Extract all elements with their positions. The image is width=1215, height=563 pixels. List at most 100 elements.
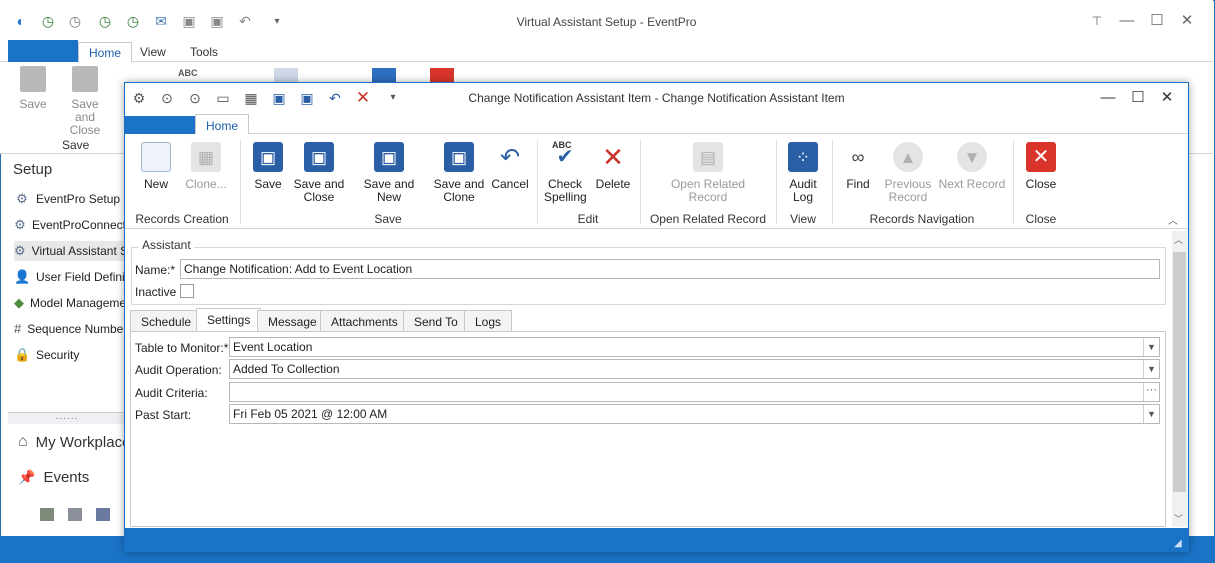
home-icon: ⌂ xyxy=(18,433,28,450)
assistant-group-label: Assistant xyxy=(139,238,194,252)
clone-button[interactable]: ▦ Clone... xyxy=(180,142,232,191)
collapse-ribbon-icon[interactable]: ︿ xyxy=(1168,212,1178,227)
maximize-button[interactable]: ☐ xyxy=(1142,10,1172,32)
ribbon-separator xyxy=(240,140,241,224)
dialog-title: Change Notification Assistant Item - Cha… xyxy=(468,91,845,105)
ribbon-separator xyxy=(537,140,538,224)
sidebar-item-virtual-assistant[interactable]: ⚙ Virtual Assistant Se xyxy=(14,241,126,261)
tab-view[interactable]: View xyxy=(130,42,176,62)
chevron-down-icon[interactable]: ▼ xyxy=(1143,338,1159,356)
save-and-new-button[interactable]: ▣ Save and New xyxy=(352,142,426,204)
nav-events[interactable]: 📌 Events xyxy=(18,469,89,486)
scroll-up-icon[interactable]: ︿ xyxy=(1174,233,1183,246)
tab-home[interactable]: Home xyxy=(78,42,133,62)
save-and-clone-button[interactable]: ▣ Save and Clone xyxy=(433,142,485,204)
chevron-down-icon[interactable]: ▼ xyxy=(1143,405,1159,423)
sidebar-item-security[interactable]: 🔒 Security xyxy=(14,345,126,365)
name-input[interactable]: Change Notification: Add to Event Locati… xyxy=(180,259,1160,279)
find-button[interactable]: ∞ Find xyxy=(842,142,874,191)
inactive-label: Inactive xyxy=(135,285,177,299)
previous-record-button[interactable]: ▲ Previous Record xyxy=(882,142,934,204)
tab-settings[interactable]: Settings xyxy=(196,308,262,332)
name-label: Name:* xyxy=(135,263,176,277)
audit-criteria-field[interactable]: ··· xyxy=(229,382,1160,402)
gears-icon: ⚙ xyxy=(16,191,28,206)
dialog-app-menu-button[interactable] xyxy=(125,116,195,134)
scroll-down-icon[interactable]: ﹀ xyxy=(1174,512,1183,525)
ribbon-separator xyxy=(1013,140,1014,224)
dialog-maximize-button[interactable]: ☐ xyxy=(1124,88,1152,108)
dialog-tab-row xyxy=(125,114,1188,134)
close-button[interactable]: ✕ Close xyxy=(1022,142,1060,191)
cancel-button[interactable]: ↶ Cancel xyxy=(491,142,529,191)
tab-attachments[interactable]: Attachments xyxy=(320,310,409,332)
sidebar-item-eventproconnect[interactable]: ⚙ EventProConnect xyxy=(14,215,126,235)
sidebar-splitter[interactable]: ...... xyxy=(8,412,126,424)
audit-icon xyxy=(372,68,396,82)
undo-icon: ↶ xyxy=(499,143,521,171)
footprints-icon: ⁘ xyxy=(788,142,818,172)
arrow-up-icon: ▲ xyxy=(893,142,923,172)
spelling-icon: ABC xyxy=(178,68,198,78)
save-button[interactable]: ▣ Save xyxy=(250,142,286,191)
sidebar-item-user-field[interactable]: 👤User Field Definitio xyxy=(14,267,126,287)
check-spelling-button[interactable]: ABC ✔ Check Spelling xyxy=(544,140,587,204)
tab-logs[interactable]: Logs xyxy=(464,310,513,332)
minimize-button[interactable]: — xyxy=(1112,10,1142,32)
app-menu-button[interactable] xyxy=(8,40,78,62)
past-start-select[interactable]: Fri Feb 05 2021 @ 12:00 AM ▼ xyxy=(229,404,1160,424)
background-right-panel xyxy=(1188,156,1213,536)
ribbon-separator xyxy=(776,140,777,224)
audit-log-button[interactable]: ⁘ Audit Log xyxy=(784,142,822,204)
new-button[interactable]: New xyxy=(138,142,174,191)
save-icon xyxy=(20,66,46,92)
sidebar-item-eventpro-setup[interactable]: ⚙ EventPro Setup xyxy=(14,189,126,209)
delete-button[interactable]: ✕ Delete xyxy=(594,142,632,191)
table-to-monitor-select[interactable]: Event Location ▼ xyxy=(229,337,1160,357)
dialog-tab-home[interactable]: Home xyxy=(195,114,250,135)
sidebar-item-sequence-number[interactable]: # Sequence Number xyxy=(14,319,126,339)
tab-tools[interactable]: Tools xyxy=(180,42,228,62)
next-record-button[interactable]: ▼ Next Record xyxy=(938,142,1006,191)
save-button[interactable]: Save xyxy=(8,66,58,111)
nav-my-workplace[interactable]: ⌂ My Workplace xyxy=(18,433,130,451)
audit-operation-select[interactable]: Added To Collection ▼ xyxy=(229,359,1160,379)
open-related-icon xyxy=(274,68,298,82)
close-window-button[interactable]: ✕ xyxy=(1172,10,1202,32)
save-and-close-button[interactable]: ▣ Save and Close xyxy=(293,142,345,204)
new-icon xyxy=(141,142,171,172)
dialog-status-bar xyxy=(125,528,1188,551)
restore-ribbon-icon[interactable]: ⊤ xyxy=(1082,10,1112,32)
gears-icon: ⚙ xyxy=(14,217,26,232)
clone-icon: ▦ xyxy=(191,142,221,172)
ribbon-group-records-creation: Records Creation xyxy=(135,212,229,226)
hash-icon: # xyxy=(14,321,22,336)
ribbon-separator xyxy=(832,140,833,224)
report-icon[interactable] xyxy=(96,508,110,521)
resize-grip-icon[interactable]: ◢ xyxy=(1174,538,1182,549)
ribbon-group-save: Save xyxy=(374,212,402,226)
ribbon-group-view: View xyxy=(790,212,816,226)
window-title: Virtual Assistant Setup - EventPro xyxy=(516,15,697,29)
tab-send-to[interactable]: Send To xyxy=(403,310,469,332)
binoculars-icon: ∞ xyxy=(851,146,865,167)
open-related-record-button[interactable]: ▤ Open Related Record xyxy=(668,142,748,204)
ribbon-group-records-navigation: Records Navigation xyxy=(869,212,975,226)
dialog-close-button[interactable]: ✕ xyxy=(1153,88,1181,108)
dialog-minimize-button[interactable]: — xyxy=(1094,88,1122,108)
save-icon: ▣ xyxy=(253,142,283,172)
tab-schedule[interactable]: Schedule xyxy=(130,310,203,332)
chevron-down-icon[interactable]: ▼ xyxy=(1143,360,1159,378)
sidebar-item-model-management[interactable]: ◆ Model Managemen xyxy=(14,293,126,313)
scrollbar-thumb[interactable] xyxy=(1173,252,1186,492)
print-icon[interactable] xyxy=(40,508,54,521)
inactive-checkbox[interactable] xyxy=(180,284,194,298)
close-icon: ✕ xyxy=(1026,142,1056,172)
tab-message[interactable]: Message xyxy=(257,310,328,332)
save-and-close-button[interactable]: Save and Close xyxy=(60,66,110,137)
ribbon-group-open-related: Open Related Record xyxy=(649,212,767,226)
table-to-monitor-label: Table to Monitor:* xyxy=(135,341,229,355)
open-related-icon: ▤ xyxy=(693,142,723,172)
ellipsis-icon[interactable]: ··· xyxy=(1143,383,1159,401)
fax-icon[interactable] xyxy=(68,508,82,521)
